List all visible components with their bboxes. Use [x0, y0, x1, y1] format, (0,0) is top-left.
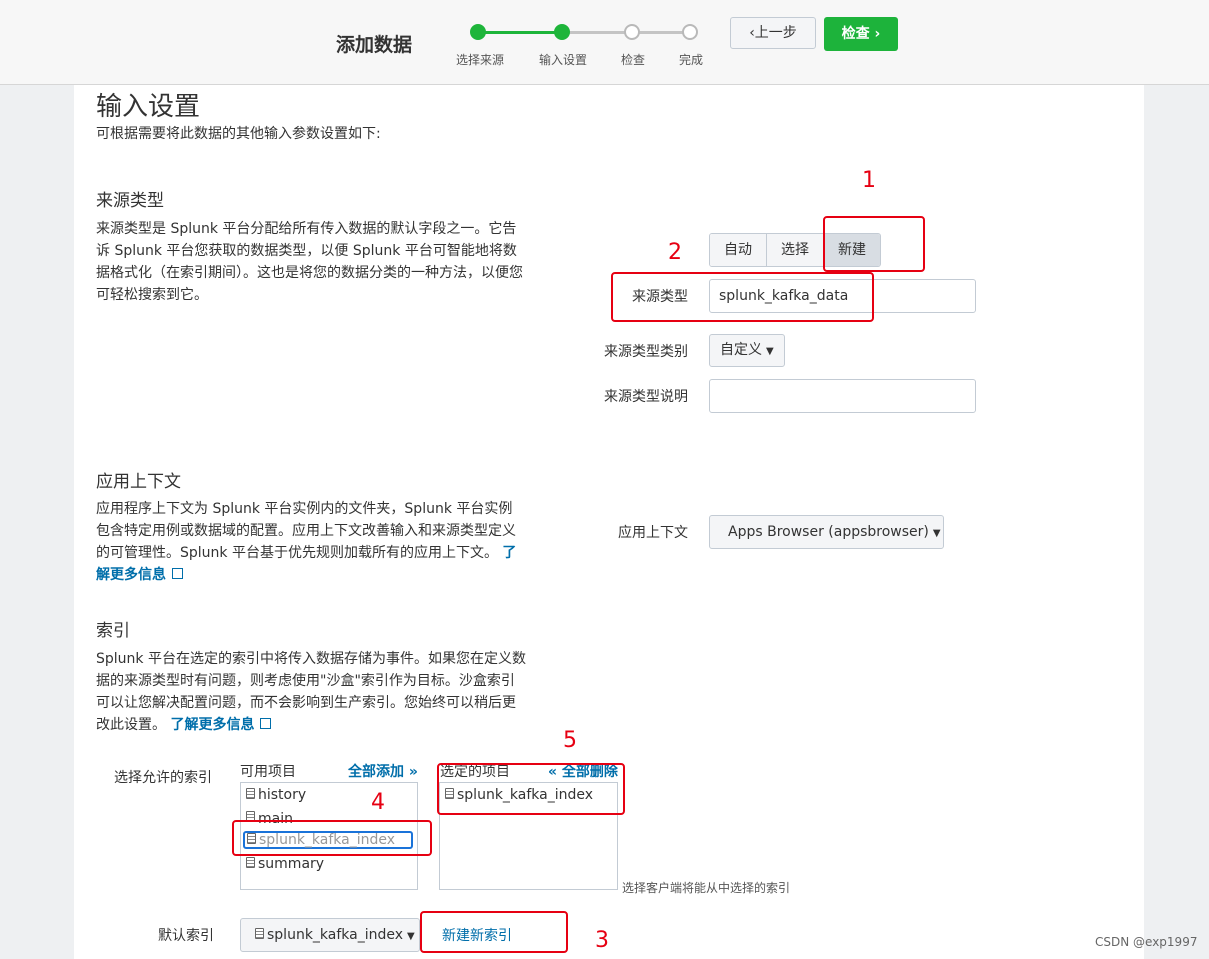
page-title: 输入设置: [96, 92, 201, 122]
annotation-box-5: [437, 763, 625, 815]
caret-down-icon: ▼: [766, 346, 774, 357]
index-heading: 索引: [96, 621, 130, 641]
step-dot-2: [554, 24, 570, 40]
index-learn-more-link[interactable]: 了解更多信息: [170, 717, 272, 733]
selected-items-hint: 选择客户端将能从中选择的索引: [622, 881, 791, 895]
app-context-label: 应用上下文: [618, 525, 688, 541]
source-type-category-label: 来源类型类别: [604, 344, 688, 360]
add-all-link[interactable]: 全部添加 »: [348, 761, 418, 781]
source-type-description-input[interactable]: [709, 379, 976, 413]
review-button-label: 检查: [841, 26, 870, 42]
index-description: Splunk 平台在选定的索引中将传入数据存储为事件。如果您在定义数据的来源类型…: [96, 651, 526, 733]
category-value: 自定义: [720, 342, 762, 358]
step-connector-1: [478, 31, 562, 34]
app-context-heading: 应用上下文: [96, 472, 181, 492]
source-type-description-label: 来源类型说明: [604, 389, 688, 405]
step-dot-3: [624, 24, 640, 40]
annotation-box-2: [611, 272, 874, 322]
previous-button[interactable]: ‹上一步: [730, 17, 816, 49]
source-type-category-dropdown[interactable]: 自定义 ▼: [709, 334, 785, 367]
database-icon: [255, 927, 264, 939]
annotation-box-1: [823, 216, 925, 272]
source-type-description: 来源类型是 Splunk 平台分配给所有传入数据的默认字段之一。它告诉 Splu…: [96, 221, 523, 303]
review-next-button[interactable]: 检查 ›: [824, 17, 898, 51]
annotation-number-3: 3: [595, 928, 609, 953]
step-label-input-settings: 输入设置: [538, 53, 588, 67]
external-link-icon: [260, 718, 272, 729]
default-index-value: splunk_kafka_index: [267, 927, 404, 943]
step-label-review: 检查: [620, 53, 646, 67]
watermark: CSDN @exp1997: [1095, 935, 1198, 949]
annotation-number-4: 4: [371, 790, 385, 815]
page-subtitle: 可根据需要将此数据的其他输入参数设置如下:: [96, 126, 381, 142]
step-label-done: 完成: [678, 53, 704, 67]
default-index-dropdown[interactable]: splunk_kafka_index ▼: [240, 918, 420, 952]
list-item-label: history: [258, 787, 307, 803]
app-context-dropdown[interactable]: Apps Browser (appsbrowser) ▼: [709, 515, 944, 549]
previous-button-label: 上一步: [754, 25, 797, 41]
annotation-box-4: [232, 820, 432, 856]
wizard-header: [0, 0, 1209, 85]
index-description-block: Splunk 平台在选定的索引中将传入数据存储为事件。如果您在定义数据的来源类型…: [96, 648, 526, 736]
database-icon: [246, 787, 255, 799]
annotation-number-1: 1: [862, 168, 876, 193]
caret-down-icon: ▼: [932, 528, 941, 539]
external-link-icon: [172, 568, 183, 579]
default-index-label: 默认索引: [158, 928, 214, 944]
app-context-description-block: 应用程序上下文为 Splunk 平台实例内的文件夹，Splunk 平台实例包含特…: [96, 498, 526, 586]
learn-more-label: 了解更多信息: [170, 717, 255, 733]
list-item[interactable]: history: [241, 784, 417, 808]
mode-select-button[interactable]: 选择: [767, 234, 824, 266]
list-item[interactable]: summary: [241, 853, 417, 877]
annotation-box-3: [420, 911, 568, 953]
chevron-right-icon: ›: [874, 26, 881, 42]
database-icon: [246, 856, 255, 868]
step-dot-1: [470, 24, 486, 40]
available-items-header: 可用项目: [240, 764, 296, 780]
app-context-value: Apps Browser (appsbrowser): [728, 524, 929, 540]
source-type-heading: 来源类型: [96, 191, 164, 211]
annotation-number-2: 2: [668, 240, 682, 265]
step-label-select-source: 选择来源: [455, 53, 505, 67]
list-item-label: summary: [258, 856, 325, 872]
caret-down-icon: ▼: [407, 931, 415, 942]
annotation-number-5: 5: [563, 728, 577, 753]
page-header-title: 添加数据: [336, 34, 413, 56]
step-dot-4: [682, 24, 698, 40]
allowed-indexes-label: 选择允许的索引: [114, 770, 212, 786]
app-context-description: 应用程序上下文为 Splunk 平台实例内的文件夹，Splunk 平台实例包含特…: [96, 501, 516, 561]
mode-auto-button[interactable]: 自动: [710, 234, 767, 266]
